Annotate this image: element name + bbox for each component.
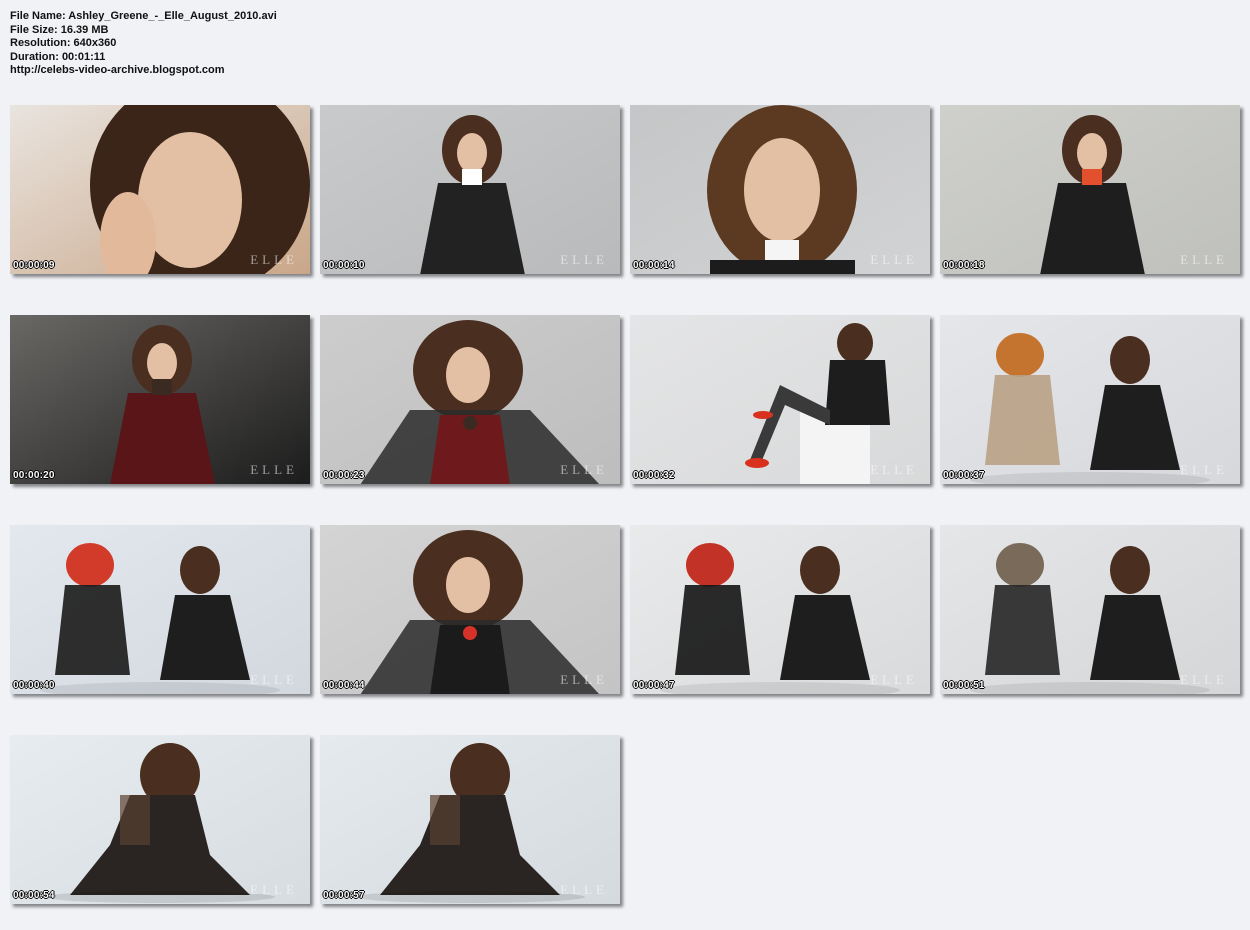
elle-watermark: ELLE [1180,252,1228,267]
thumbnail-frame-image [10,735,310,904]
thumbnail-frame-image [630,105,930,274]
elle-watermark: ELLE [870,462,918,477]
frame-background [940,315,1240,484]
thumbnail-frame-image [320,735,620,904]
thumbnail-timestamp: 00:00:14 [633,260,675,271]
video-thumbnail[interactable]: ELLE 00:00:23 [320,315,620,484]
thumbnail-timestamp: 00:00:18 [943,260,985,271]
elle-watermark: ELLE [870,252,918,267]
duration-text: Duration: 00:01:11 [10,50,106,63]
frame-background [10,525,310,694]
frame-background [940,525,1240,694]
thumbnail-frame-image [630,525,930,694]
thumbnail-frame-image [630,315,930,484]
thumbnail-frame-image [10,525,310,694]
resolution-text: Resolution: 640x360 [10,37,117,50]
elle-watermark: ELLE [1180,462,1228,477]
elle-watermark: ELLE [560,462,608,477]
elle-watermark: ELLE [250,462,298,477]
elle-watermark: ELLE [560,672,608,687]
thumbnail-frame-image [320,315,620,484]
thumbnail-frame-image [940,525,1240,694]
thumbnail-frame-image [10,315,310,484]
elle-watermark: ELLE [870,672,918,687]
thumbnail-frame-image [10,105,310,274]
thumbnail-timestamp: 00:00:37 [943,470,985,481]
thumbnail-frame-image [320,525,620,694]
file-name-text: File Name: Ashley_Greene_-_Elle_August_2… [10,10,277,22]
elle-watermark: ELLE [1180,672,1228,687]
video-thumbnail[interactable]: ELLE 00:00:32 [630,315,930,484]
video-thumbnail[interactable]: ELLE 00:00:10 [320,105,620,274]
thumbnail-timestamp: 00:00:47 [633,680,675,691]
video-thumbnail[interactable]: ELLE 00:00:18 [940,105,1240,274]
video-thumbnail[interactable]: ELLE 00:00:44 [320,525,620,694]
thumbnail-frame-image [940,105,1240,274]
video-thumbnail[interactable]: ELLE 00:00:47 [630,525,930,694]
thumbnail-frame-image [320,105,620,274]
thumbnail-timestamp: 00:00:40 [13,680,55,691]
thumbnail-timestamp: 00:00:57 [323,890,365,901]
elle-watermark: ELLE [560,882,608,897]
file-size-text: File Size: 16.39 MB [10,23,109,36]
video-thumbnail[interactable]: ELLE 00:00:37 [940,315,1240,484]
video-thumbnail[interactable]: ELLE 00:00:40 [10,525,310,694]
elle-watermark: ELLE [250,672,298,687]
thumbnail-timestamp: 00:00:20 [13,470,55,481]
frame-background [630,525,930,694]
video-thumbnail[interactable]: ELLE 00:00:20 [10,315,310,484]
elle-watermark: ELLE [250,882,298,897]
thumbnail-timestamp: 00:00:23 [323,470,365,481]
thumbnail-timestamp: 00:00:54 [13,890,55,901]
thumbnail-timestamp: 00:00:10 [323,260,365,271]
file-info-header: File Name: Ashley_Greene_-_Elle_August_2… [10,10,277,78]
elle-watermark: ELLE [560,252,608,267]
video-thumbnail[interactable]: ELLE 00:00:54 [10,735,310,904]
thumbnail-timestamp: 00:00:44 [323,680,365,691]
thumbnail-timestamp: 00:00:32 [633,470,675,481]
video-thumbnail[interactable]: ELLE 00:00:09 [10,105,310,274]
elle-watermark: ELLE [250,252,298,267]
video-thumbnail[interactable]: ELLE 00:00:51 [940,525,1240,694]
thumbnail-timestamp: 00:00:09 [13,260,55,271]
thumbnail-timestamp: 00:00:51 [943,680,985,691]
source-url-text: http://celebs-video-archive.blogspot.com [10,64,225,77]
thumbnail-frame-image [940,315,1240,484]
video-thumbnail[interactable]: ELLE 00:00:57 [320,735,620,904]
video-thumbnail[interactable]: ELLE 00:00:14 [630,105,930,274]
